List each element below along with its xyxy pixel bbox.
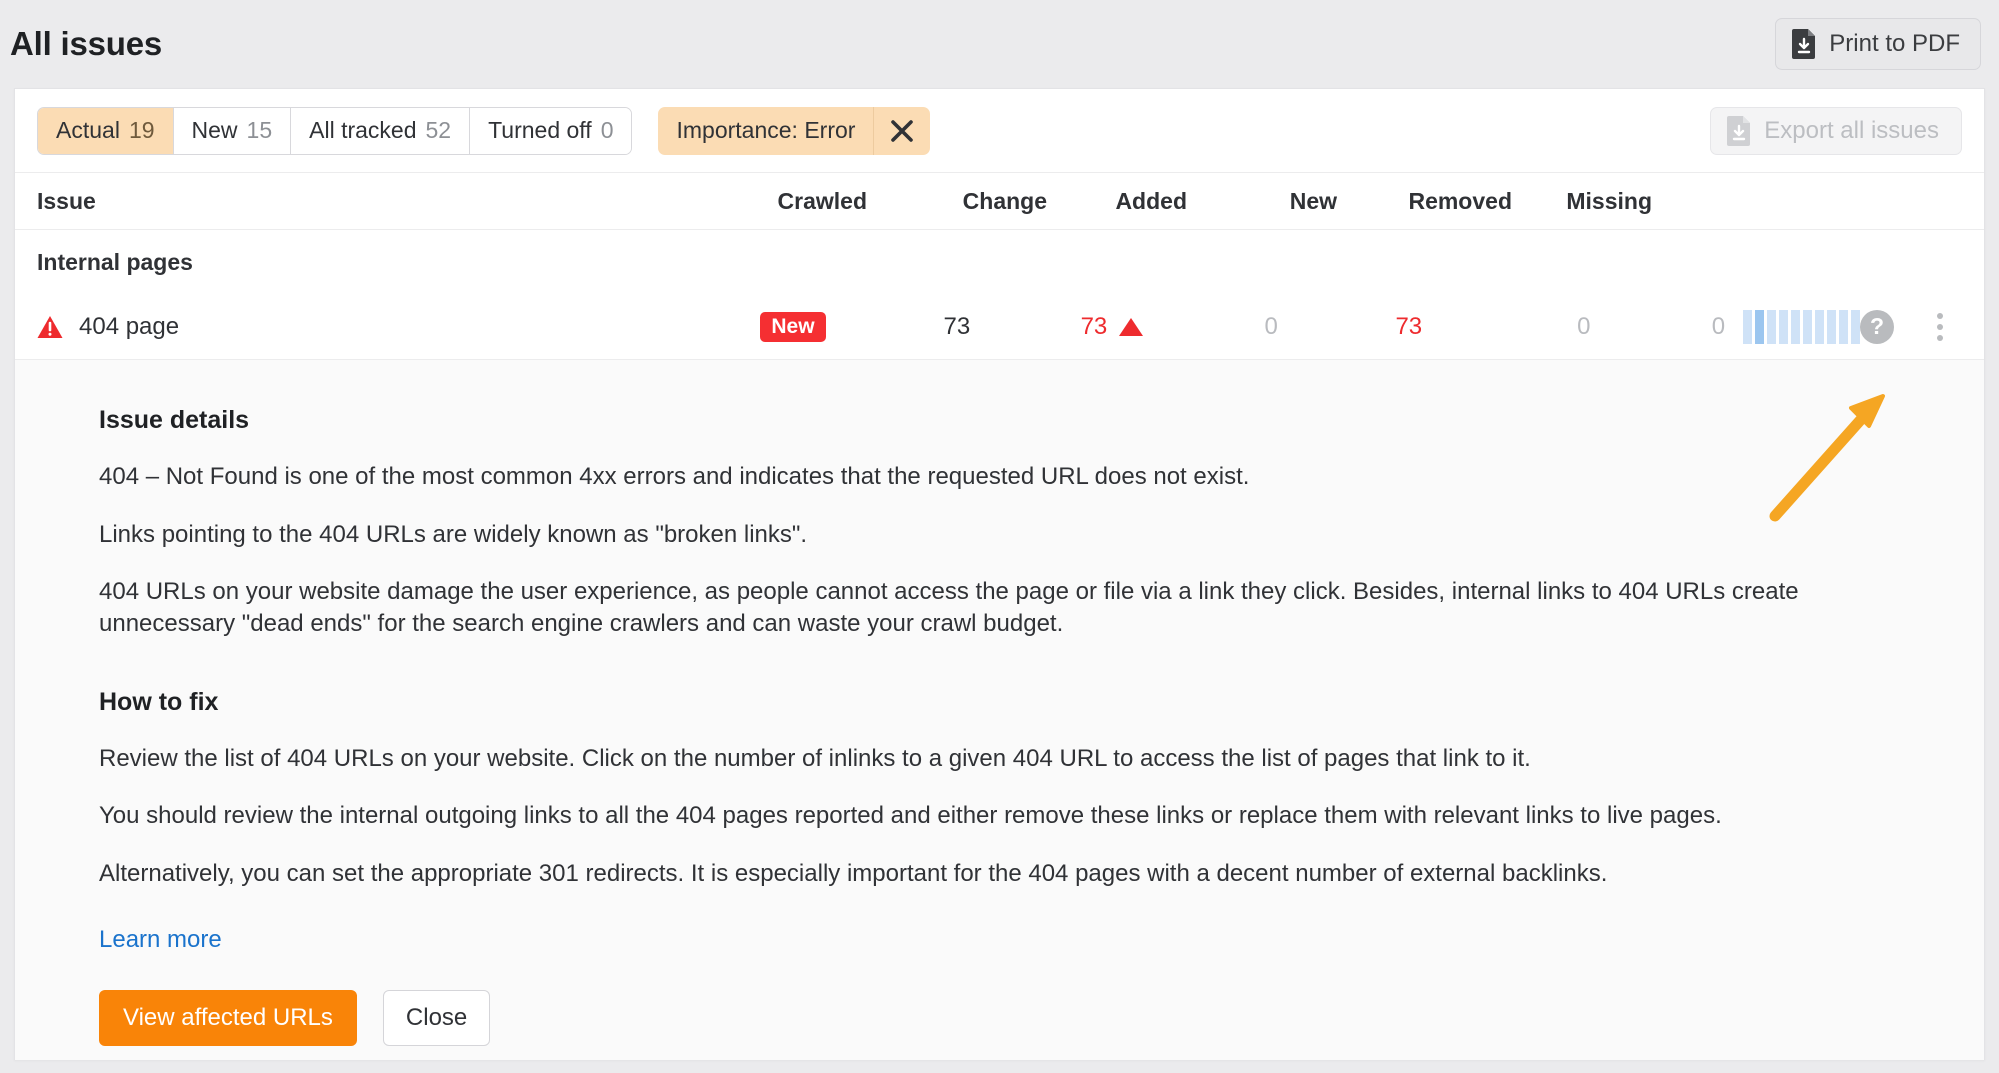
- cell-change-value: 73: [1081, 313, 1108, 341]
- print-to-pdf-button[interactable]: Print to PDF: [1775, 18, 1981, 70]
- issue-details-paragraph-1: 404 – Not Found is one of the most commo…: [99, 461, 1889, 493]
- export-all-issues-button[interactable]: Export all issues: [1710, 107, 1962, 155]
- cell-change: 73: [970, 313, 1143, 341]
- column-header-change: Change: [867, 188, 1047, 215]
- table-header-row: Issue Crawled Change Added New Removed M…: [15, 172, 1984, 230]
- document-download-icon: [1792, 29, 1817, 59]
- status-tab-group: Actual 19 New 15 All tracked 52 Turned o…: [37, 107, 632, 155]
- sparkline-cell: [1725, 310, 1860, 344]
- sparkline-chart: [1725, 310, 1860, 344]
- sparkline-bar: [1755, 310, 1764, 344]
- page-title: All issues: [10, 25, 162, 63]
- tab-all-tracked-count: 52: [426, 117, 452, 144]
- close-icon[interactable]: [874, 107, 930, 155]
- sparkline-bar: [1803, 310, 1812, 344]
- tab-actual[interactable]: Actual 19: [38, 108, 174, 154]
- tab-turned-off-label: Turned off: [488, 117, 592, 144]
- detail-actions: View affected URLs Close: [99, 990, 1900, 1046]
- kebab-menu-icon[interactable]: [1918, 313, 1962, 341]
- filter-toolbar: Actual 19 New 15 All tracked 52 Turned o…: [15, 89, 1984, 172]
- table-group-label: Internal pages: [37, 249, 193, 276]
- tab-turned-off[interactable]: Turned off 0: [470, 108, 631, 154]
- row-menu-cell: [1918, 313, 1962, 341]
- sparkline-bar: [1779, 310, 1788, 344]
- column-header-crawled: Crawled: [727, 188, 867, 215]
- tab-actual-count: 19: [129, 117, 155, 144]
- new-badge-cell: New: [701, 312, 836, 342]
- column-header-new: New: [1187, 188, 1337, 215]
- tab-turned-off-count: 0: [601, 117, 614, 144]
- how-to-fix-heading: How to fix: [99, 688, 1900, 717]
- filter-chip-importance[interactable]: Importance: Error: [658, 107, 930, 155]
- sparkline-bar: [1851, 310, 1860, 344]
- question-mark-icon[interactable]: ?: [1860, 310, 1894, 344]
- help-cell: ?: [1860, 310, 1918, 344]
- tab-new-count: 15: [247, 117, 273, 144]
- tab-all-tracked-label: All tracked: [309, 117, 416, 144]
- issue-name-cell[interactable]: 404 page: [37, 313, 701, 341]
- filter-chip-label: Importance: Error: [658, 107, 874, 155]
- status-badge: New: [760, 312, 825, 342]
- cell-added: 0: [1143, 313, 1278, 341]
- sparkline-bar: [1815, 310, 1824, 344]
- cell-missing: 0: [1590, 313, 1725, 341]
- print-to-pdf-label: Print to PDF: [1829, 30, 1960, 58]
- document-download-icon: [1727, 116, 1752, 146]
- how-to-fix-paragraph-1: Review the list of 404 URLs on your webs…: [99, 743, 1889, 775]
- issue-name: 404 page: [79, 313, 179, 341]
- table-row[interactable]: 404 page New 73 73 0 73 0 0: [15, 294, 1984, 360]
- error-triangle-icon: [37, 315, 63, 339]
- sparkline-bar: [1791, 310, 1800, 344]
- view-affected-urls-button[interactable]: View affected URLs: [99, 990, 357, 1046]
- page-header: All issues Print to PDF: [0, 0, 1999, 88]
- tab-actual-label: Actual: [56, 117, 120, 144]
- cell-removed: 0: [1422, 313, 1590, 341]
- issue-details-paragraph-2: Links pointing to the 404 URLs are widel…: [99, 519, 1889, 551]
- tab-new[interactable]: New 15: [174, 108, 292, 154]
- all-issues-page: All issues Print to PDF Actual 19: [0, 0, 1999, 1073]
- issue-detail-panel: Issue details 404 – Not Found is one of …: [15, 360, 1984, 1060]
- sparkline-bar: [1839, 310, 1848, 344]
- column-header-missing: Missing: [1512, 188, 1652, 215]
- cell-crawled: 73: [836, 313, 971, 341]
- issues-card: Actual 19 New 15 All tracked 52 Turned o…: [14, 88, 1985, 1060]
- issue-details-heading: Issue details: [99, 406, 1900, 435]
- trend-up-icon: [1119, 318, 1143, 336]
- how-to-fix-paragraph-2: You should review the internal outgoing …: [99, 800, 1889, 832]
- tab-new-label: New: [192, 117, 238, 144]
- close-button[interactable]: Close: [383, 990, 490, 1046]
- sparkline-bar: [1743, 310, 1752, 344]
- sparkline-bar: [1767, 310, 1776, 344]
- table-group-internal-pages: Internal pages: [15, 230, 1984, 294]
- cell-new: 73: [1278, 313, 1422, 341]
- learn-more-link[interactable]: Learn more: [99, 926, 222, 954]
- issue-details-paragraph-3: 404 URLs on your website damage the user…: [99, 576, 1889, 639]
- tab-all-tracked[interactable]: All tracked 52: [291, 108, 470, 154]
- how-to-fix-paragraph-3: Alternatively, you can set the appropria…: [99, 858, 1889, 890]
- column-header-issue: Issue: [37, 188, 727, 215]
- column-header-added: Added: [1047, 188, 1187, 215]
- sparkline-bar: [1827, 310, 1836, 344]
- column-header-removed: Removed: [1337, 188, 1512, 215]
- export-all-issues-label: Export all issues: [1764, 117, 1939, 145]
